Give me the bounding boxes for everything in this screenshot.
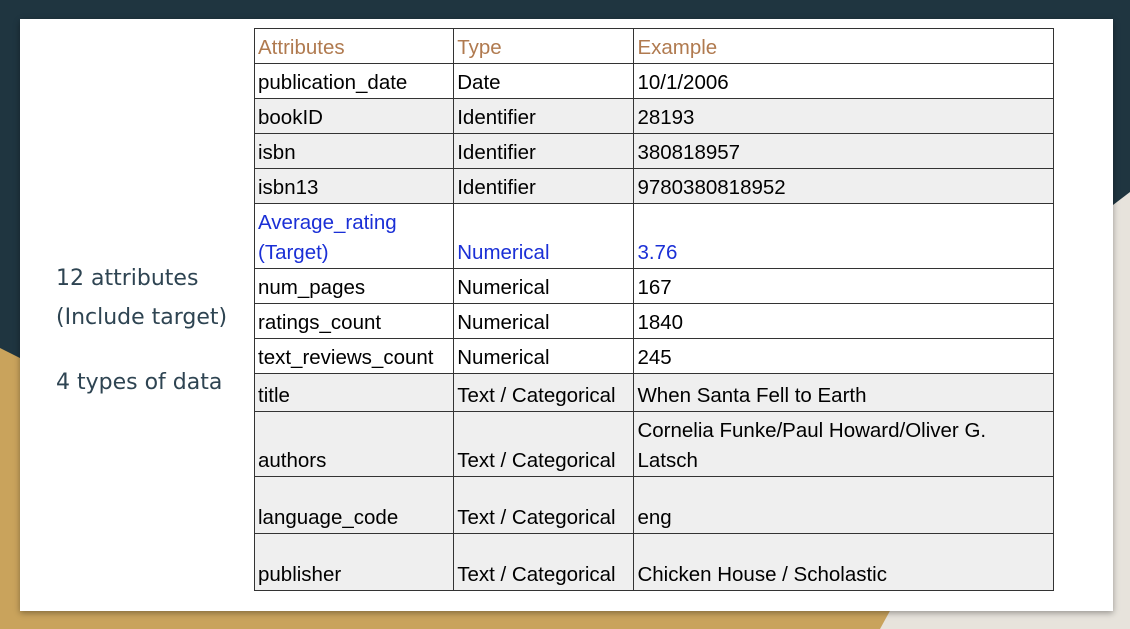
table-row: ratings_count Numerical 1840 (253, 303, 1054, 339)
cell-type: Numerical (453, 338, 635, 374)
cell-attribute: publication_date (253, 63, 455, 99)
table-row: bookID Identifier 28193 (253, 98, 1054, 134)
cell-attribute: text_reviews_count (253, 338, 455, 374)
attribute-summary: 12 attributes (Include target) (56, 259, 227, 337)
cell-example: When Santa Fell to Earth (633, 373, 1054, 412)
slide-content: 12 attributes (Include target) 4 types o… (20, 19, 1113, 611)
include-target-text: (Include target) (56, 305, 228, 330)
table-row: title Text / Categorical When Santa Fell… (253, 373, 1054, 412)
cell-example: 1840 (633, 303, 1054, 339)
cell-type: Text / Categorical (453, 373, 635, 412)
table-row: isbn Identifier 380818957 (253, 133, 1054, 169)
cell-example: 10/1/2006 (633, 63, 1054, 99)
cell-type: Text / Categorical (453, 533, 635, 591)
cell-type: Text / Categorical (453, 411, 635, 477)
cell-example: 380818957 (633, 133, 1054, 169)
cell-example: Cornelia Funke/Paul Howard/Oliver G. Lat… (633, 411, 1054, 477)
table-row: language_code Text / Categorical eng (253, 476, 1054, 534)
cell-example: Chicken House / Scholastic (633, 533, 1054, 591)
cell-example: 9780380818952 (633, 168, 1054, 204)
table-row: authors Text / Categorical Cornelia Funk… (253, 411, 1054, 477)
cell-attribute: bookID (253, 98, 455, 134)
table-row: isbn13 Identifier 9780380818952 (253, 168, 1054, 204)
cell-attribute: authors (253, 411, 455, 477)
cell-type: Numerical (453, 303, 635, 339)
cell-attribute: publisher (253, 533, 455, 591)
table-row: num_pages Numerical 167 (253, 268, 1054, 304)
header-example: Example (633, 28, 1054, 64)
table-row: publication_date Date 10/1/2006 (253, 63, 1054, 99)
cell-example: 167 (633, 268, 1054, 304)
table-row: text_reviews_count Numerical 245 (253, 338, 1054, 374)
attribute-count-text: 12 attributes (56, 266, 199, 291)
header-type: Type (453, 28, 635, 64)
cell-type: Numerical (453, 268, 635, 304)
cell-attribute: language_code (253, 476, 455, 534)
cell-example: eng (633, 476, 1054, 534)
cell-type: Numerical (453, 203, 635, 269)
cell-type: Text / Categorical (453, 476, 635, 534)
cell-type: Date (453, 63, 635, 99)
cell-type: Identifier (453, 98, 635, 134)
table-row: publisher Text / Categorical Chicken Hou… (253, 533, 1054, 591)
cell-attribute: num_pages (253, 268, 455, 304)
table-header-row: Attributes Type Example (253, 28, 1054, 64)
cell-attribute: ratings_count (253, 303, 455, 339)
cell-example: 3.76 (633, 203, 1054, 269)
data-types-text: 4 types of data (56, 370, 223, 395)
table-row-target: Average_rating (Target) Numerical 3.76 (253, 203, 1054, 269)
cell-attribute: isbn (253, 133, 455, 169)
cell-type: Identifier (453, 133, 635, 169)
cell-attribute: isbn13 (253, 168, 455, 204)
cell-example: 245 (633, 338, 1054, 374)
header-attributes: Attributes (253, 28, 455, 64)
attributes-table: Attributes Type Example publication_date… (253, 28, 1054, 591)
cell-example: 28193 (633, 98, 1054, 134)
cell-attribute: title (253, 373, 455, 412)
slide-stage: 12 attributes (Include target) 4 types o… (0, 0, 1130, 629)
cell-type: Identifier (453, 168, 635, 204)
cell-attribute: Average_rating (Target) (253, 203, 455, 269)
